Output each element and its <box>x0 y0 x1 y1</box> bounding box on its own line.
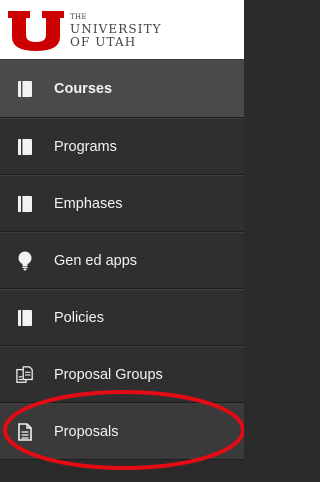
sidebar-item-policies[interactable]: Policies <box>0 289 244 346</box>
university-logo[interactable]: THE UNIVERSITY OF UTAH <box>0 0 244 59</box>
sidebar-item-programs[interactable]: Programs <box>0 118 244 175</box>
sidebar-nav: Courses Programs Emphases Gen ed apps Po… <box>0 59 244 460</box>
lightbulb-icon <box>16 251 34 271</box>
book-icon <box>16 79 34 99</box>
documents-icon <box>16 365 34 385</box>
sidebar-item-label: Policies <box>54 309 104 326</box>
logo-university: UNIVERSITY <box>70 22 162 36</box>
sidebar-item-label: Programs <box>54 138 117 155</box>
sidebar-item-label: Emphases <box>54 195 123 212</box>
book-icon <box>16 308 34 328</box>
block-u-logo-icon <box>8 11 64 51</box>
sidebar-item-gen-ed-apps[interactable]: Gen ed apps <box>0 232 244 289</box>
sidebar-item-label: Proposals <box>54 423 119 440</box>
sidebar-item-proposals[interactable]: Proposals <box>0 403 244 460</box>
sidebar-item-proposal-groups[interactable]: Proposal Groups <box>0 346 244 403</box>
logo-the: THE <box>70 13 87 21</box>
sidebar-item-courses[interactable]: Courses <box>0 59 244 118</box>
logo-wordmark: THE UNIVERSITY OF UTAH <box>70 14 162 49</box>
document-icon <box>16 422 34 442</box>
sidebar-item-label: Gen ed apps <box>54 252 138 269</box>
logo-of-utah: OF UTAH <box>70 35 137 49</box>
sidebar-item-emphases[interactable]: Emphases <box>0 175 244 232</box>
book-icon <box>16 194 34 214</box>
book-icon <box>16 137 34 157</box>
sidebar-item-label: Courses <box>54 80 113 97</box>
sidebar-item-label: Proposal Groups <box>54 366 163 383</box>
